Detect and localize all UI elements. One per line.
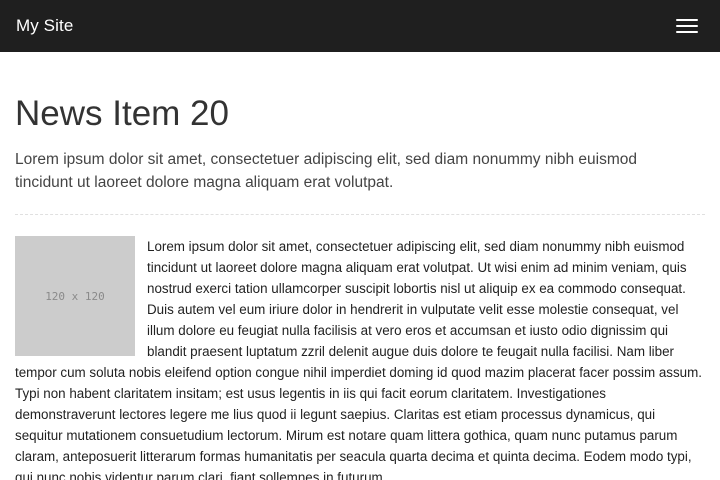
image-placeholder-label: 120 x 120 bbox=[45, 289, 105, 303]
menu-bar bbox=[676, 25, 698, 27]
menu-bar bbox=[676, 19, 698, 21]
page-title: News Item 20 bbox=[15, 94, 229, 133]
menu-bar bbox=[676, 31, 698, 33]
navbar: My Site bbox=[0, 0, 720, 52]
article-image-placeholder: 120 x 120 bbox=[15, 236, 135, 356]
lead-paragraph: Lorem ipsum dolor sit amet, consectetuer… bbox=[15, 151, 638, 191]
hamburger-menu-icon[interactable] bbox=[670, 14, 704, 38]
divider bbox=[15, 214, 705, 215]
site-brand-link[interactable]: My Site bbox=[16, 15, 73, 37]
news-article: 120 x 120 Lorem ipsum dolor sit amet, co… bbox=[15, 236, 705, 480]
